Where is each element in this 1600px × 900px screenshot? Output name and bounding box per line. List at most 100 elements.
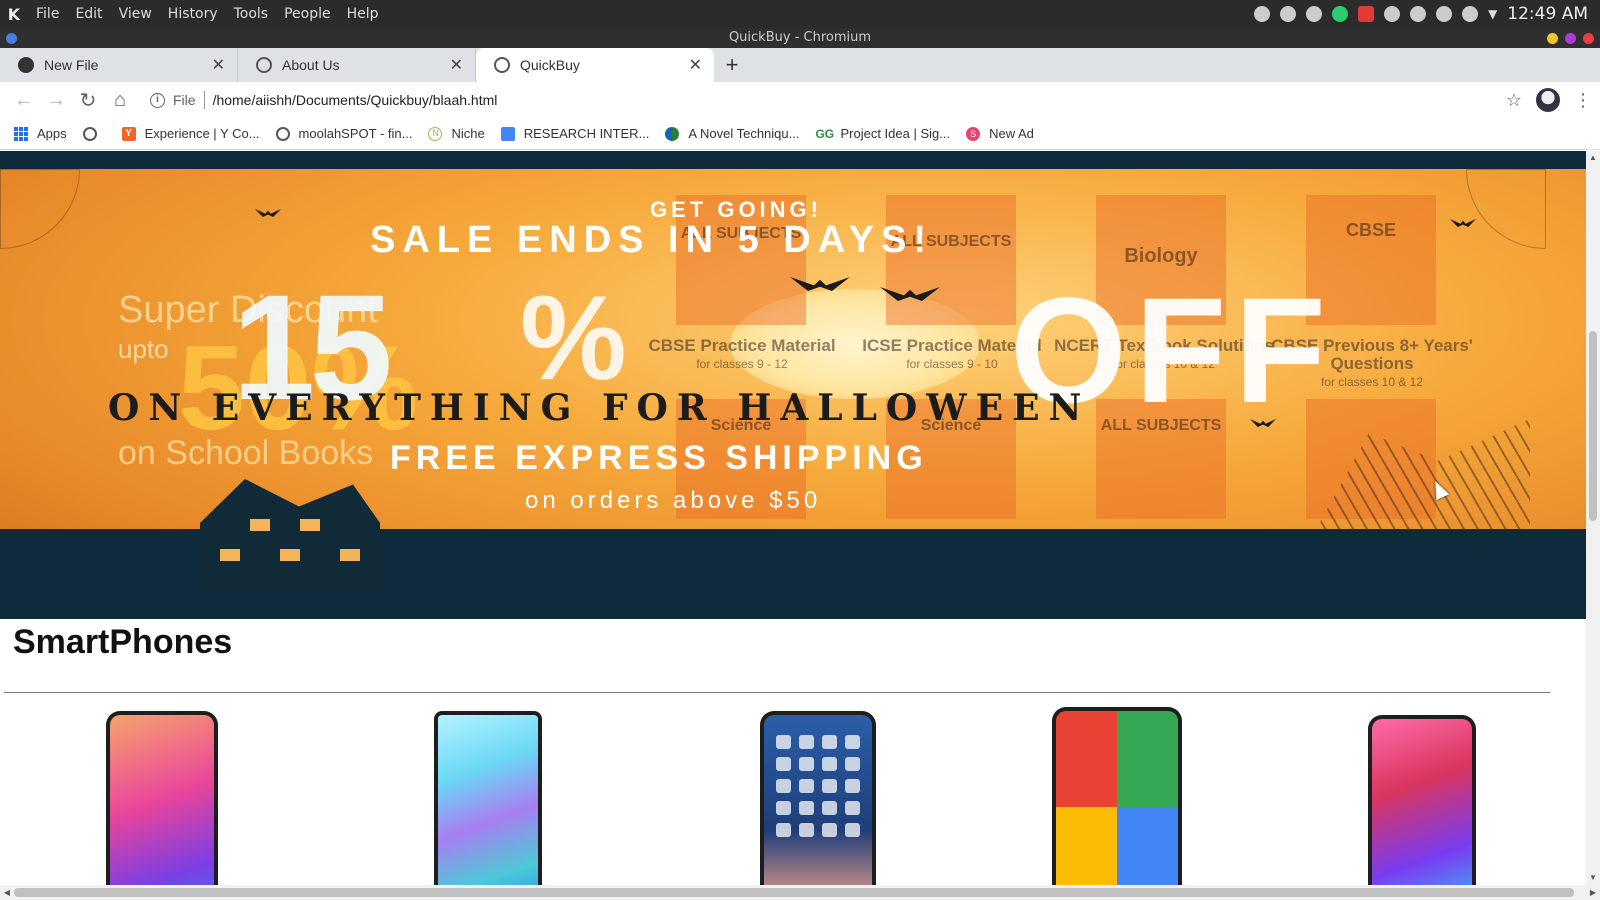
address-bar[interactable]: i File /home/aiishh/Documents/Quickbuy/b… [142,85,1506,115]
tray-app-icon[interactable] [1306,6,1323,22]
product-phone-image[interactable] [1368,715,1476,885]
minimize-button[interactable] [1547,33,1558,44]
tray-expand-icon[interactable]: ▼ [1488,7,1497,21]
profile-avatar[interactable] [1536,88,1560,112]
close-window-button[interactable] [1583,33,1594,44]
forward-button[interactable]: → [40,84,72,116]
tab-label: New File [44,57,99,73]
reload-button[interactable]: ↻ [72,84,104,116]
upto-text: upto [118,334,169,364]
chromium-app-icon [6,33,17,44]
globe-icon [275,126,290,141]
new-ad-icon: S [966,126,981,141]
menu-people[interactable]: People [276,6,339,22]
tray-app-icon[interactable] [1280,6,1297,22]
sale-ends-text: SALE ENDS IN 5 DAYS! [370,219,934,261]
home-button[interactable]: ⌂ [104,84,136,116]
bookmark-project-idea[interactable]: GG Project Idea | Sig... [815,126,950,141]
close-tab-icon[interactable]: ✕ [450,55,463,75]
back-button[interactable]: ← [8,84,40,116]
globe-icon [494,57,510,73]
window-title-bar: QuickBuy - Chromium [0,28,1600,48]
shield-icon[interactable] [1358,6,1375,22]
menu-help[interactable]: Help [339,6,387,22]
bookmark-globe[interactable] [82,126,106,141]
url-scheme: File [173,92,196,108]
wifi-icon[interactable] [1462,6,1479,22]
tab-about-us[interactable]: About Us ✕ [238,48,476,82]
tab-label: QuickBuy [520,57,580,73]
book-caption: CBSE Practice Material for classes 9 - 12 [632,337,852,373]
close-tab-icon[interactable]: ✕ [689,55,702,75]
info-icon[interactable]: i [150,92,165,108]
bookmark-novel-technique[interactable]: A Novel Techniqu... [665,126,799,141]
bookmark-niche[interactable]: N Niche [428,126,485,141]
banner-art: ALL SUBJECTS ALL SUBJECTS Biology CBSE S… [0,169,1586,601]
cobweb-decoration [1466,169,1546,249]
menu-tools[interactable]: Tools [226,6,277,22]
phone-screen [1372,719,1472,885]
url-separator [203,91,205,109]
niche-icon: N [428,126,443,141]
notes-icon[interactable] [1254,6,1271,22]
bookmark-label: RESEARCH INTER... [523,126,650,141]
bookmark-research[interactable]: RESEARCH INTER... [500,126,650,141]
alert-icon[interactable] [1332,6,1349,22]
product-phone-image[interactable] [106,711,218,885]
window-title: QuickBuy - Chromium [728,30,872,45]
bookmark-new-ad[interactable]: S New Ad [966,126,1034,141]
ycombinator-icon: Y [121,126,136,141]
system-tray: ▼ 12:49 AM [1254,4,1600,24]
orders-above-text: on orders above $50 [525,487,822,514]
bookmark-label: Apps [37,126,67,141]
bookmarks-bar: Apps Y Experience | Y Co... moolahSPOT -… [0,118,1600,150]
menu-history[interactable]: History [160,6,226,22]
product-phone-image[interactable] [760,711,876,885]
bookmark-star-icon[interactable]: ☆ [1506,90,1522,111]
lit-window [340,549,360,561]
lit-window [250,519,270,531]
bookmark-label: Experience | Y Co... [144,126,260,141]
bookmark-moolahspot[interactable]: moolahSPOT - fin... [275,126,413,141]
phone-screen [1056,711,1178,885]
bookmark-label: Project Idea | Sig... [840,126,951,141]
tab-quickbuy[interactable]: QuickBuy ✕ [476,48,714,82]
clipboard-icon[interactable] [1410,6,1427,22]
kde-logo-icon[interactable]: K [0,5,28,24]
bat-icon [255,209,281,217]
browser-toolbar: ← → ↻ ⌂ i File /home/aiishh/Documents/Qu… [0,82,1600,118]
menu-kebab-icon[interactable]: ⋮ [1574,90,1592,111]
maximize-button[interactable] [1565,33,1576,44]
horizontal-scroll-thumb[interactable] [14,888,1574,897]
globe-icon [256,57,272,73]
close-tab-icon[interactable]: ✕ [212,55,225,75]
bookmark-ycombinator[interactable]: Y Experience | Y Co... [121,126,260,141]
phone-screen [438,715,538,885]
product-phone-image[interactable] [434,711,542,885]
free-shipping-text: FREE EXPRESS SHIPPING [390,439,928,477]
bookmark-apps[interactable]: Apps [14,126,67,141]
menu-file[interactable]: File [28,6,67,22]
github-icon [18,57,34,73]
volume-icon[interactable] [1436,6,1453,22]
halloween-sale-banner[interactable]: ALL SUBJECTS ALL SUBJECTS Biology CBSE S… [0,151,1586,619]
scroll-down-icon[interactable]: ▼ [1586,871,1600,885]
bookmark-label: moolahSPOT - fin... [298,126,413,141]
page-viewport: ALL SUBJECTS ALL SUBJECTS Biology CBSE S… [0,151,1586,885]
menu-view[interactable]: View [111,6,160,22]
scroll-up-icon[interactable]: ▲ [1586,151,1600,165]
product-phone-image[interactable] [1052,707,1182,885]
menu-edit[interactable]: Edit [67,6,110,22]
url-text[interactable]: /home/aiishh/Documents/Quickbuy/blaah.ht… [213,92,498,108]
haunted-house-icon [200,479,380,589]
lit-window [220,549,240,561]
horizontal-scrollbar[interactable]: ◀ ▶ [0,885,1600,900]
scroll-left-icon[interactable]: ◀ [0,885,14,900]
new-tab-button[interactable]: + [714,48,750,82]
whatsapp-icon[interactable] [1384,6,1401,22]
vertical-scroll-thumb[interactable] [1589,331,1597,521]
vertical-scrollbar[interactable]: ▲ ▼ [1586,151,1600,885]
scroll-right-icon[interactable]: ▶ [1586,885,1600,900]
section-title: SmartPhones [13,623,233,661]
tab-new-file[interactable]: New File ✕ [0,48,238,82]
